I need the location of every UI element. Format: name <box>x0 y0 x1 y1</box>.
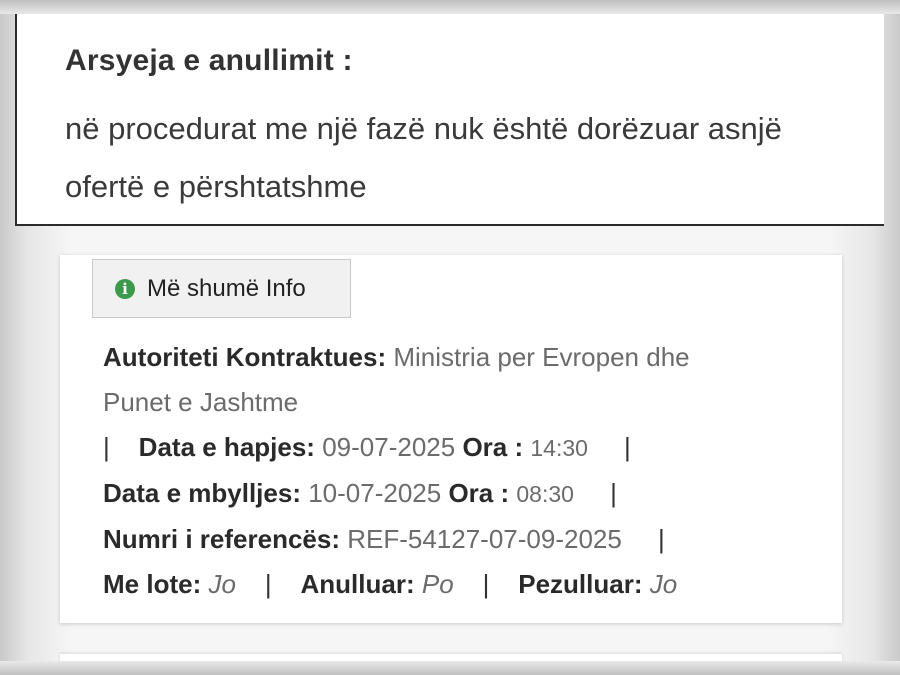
authority-label: Autoriteti Kontraktues: <box>103 342 387 372</box>
separator: | <box>482 569 490 599</box>
tender-details: Autoriteti Kontraktues: Ministria per Ev… <box>103 335 823 607</box>
opening-date-value: 09-07-2025 <box>322 432 456 462</box>
authority-value: Ministria per Evropen dhe <box>393 342 690 372</box>
separator: | <box>264 569 272 599</box>
cancellation-title: Arsyeja e anullimit : <box>65 44 353 77</box>
photo-frame-bottom <box>0 661 900 675</box>
cancelled-label: Anulluar: <box>300 569 415 599</box>
lots-value: Jo <box>208 569 236 599</box>
cancellation-text-line-2: ofertë e përshtatshme <box>65 169 367 204</box>
cancellation-reason-box: Arsyeja e anullimit : në procedurat me n… <box>15 14 884 226</box>
closing-time-label: Ora : <box>448 478 510 508</box>
opening-time-value: 14:30 <box>530 435 588 461</box>
separator: | <box>624 432 631 462</box>
cancelled-value: Po <box>421 569 454 599</box>
cancellation-text-line-1: në procedurat me një fazë nuk është dorë… <box>65 111 782 146</box>
separator: | <box>657 524 665 554</box>
suspended-value: Jo <box>649 569 678 599</box>
closing-date-label: Data e mbylljes: <box>103 478 301 508</box>
authority-row: Autoriteti Kontraktues: Ministria per Ev… <box>103 335 823 380</box>
authority-row-continued: Punet e Jashtme <box>103 380 823 425</box>
opening-row: | Data e hapjes: 09-07-2025 Ora : 14:30 … <box>103 425 823 471</box>
photo-frame-top <box>0 0 900 14</box>
cancellation-text: në procedurat me një fazë nuk është dorë… <box>65 100 885 216</box>
opening-time-label: Ora : <box>462 432 524 462</box>
suspended-label: Pezulluar: <box>518 569 643 599</box>
more-info-label: Më shumë Info <box>147 274 306 302</box>
reference-label: Numri i referencës: <box>103 524 340 554</box>
closing-row: Data e mbylljes: 10-07-2025 Ora : 08:30 … <box>103 471 823 517</box>
authority-value-continued: Punet e Jashtme <box>103 387 299 417</box>
reference-row: Numri i referencës: REF-54127-07-09-2025… <box>103 517 823 562</box>
status-row: Me lote: Jo | Anulluar: Po | Pezulluar: … <box>103 562 823 607</box>
reference-value: REF-54127-07-09-2025 <box>347 524 622 554</box>
closing-time-value: 08:30 <box>516 481 574 507</box>
tender-card: i Më shumë Info Autoriteti Kontraktues: … <box>60 255 842 623</box>
separator: | <box>610 478 617 508</box>
more-info-button[interactable]: i Më shumë Info <box>92 259 351 318</box>
closing-date-value: 10-07-2025 <box>308 478 442 508</box>
lots-label: Me lote: <box>103 569 202 599</box>
info-icon: i <box>115 278 135 299</box>
separator: | <box>103 432 110 462</box>
opening-date-label: Data e hapjes: <box>138 432 315 462</box>
